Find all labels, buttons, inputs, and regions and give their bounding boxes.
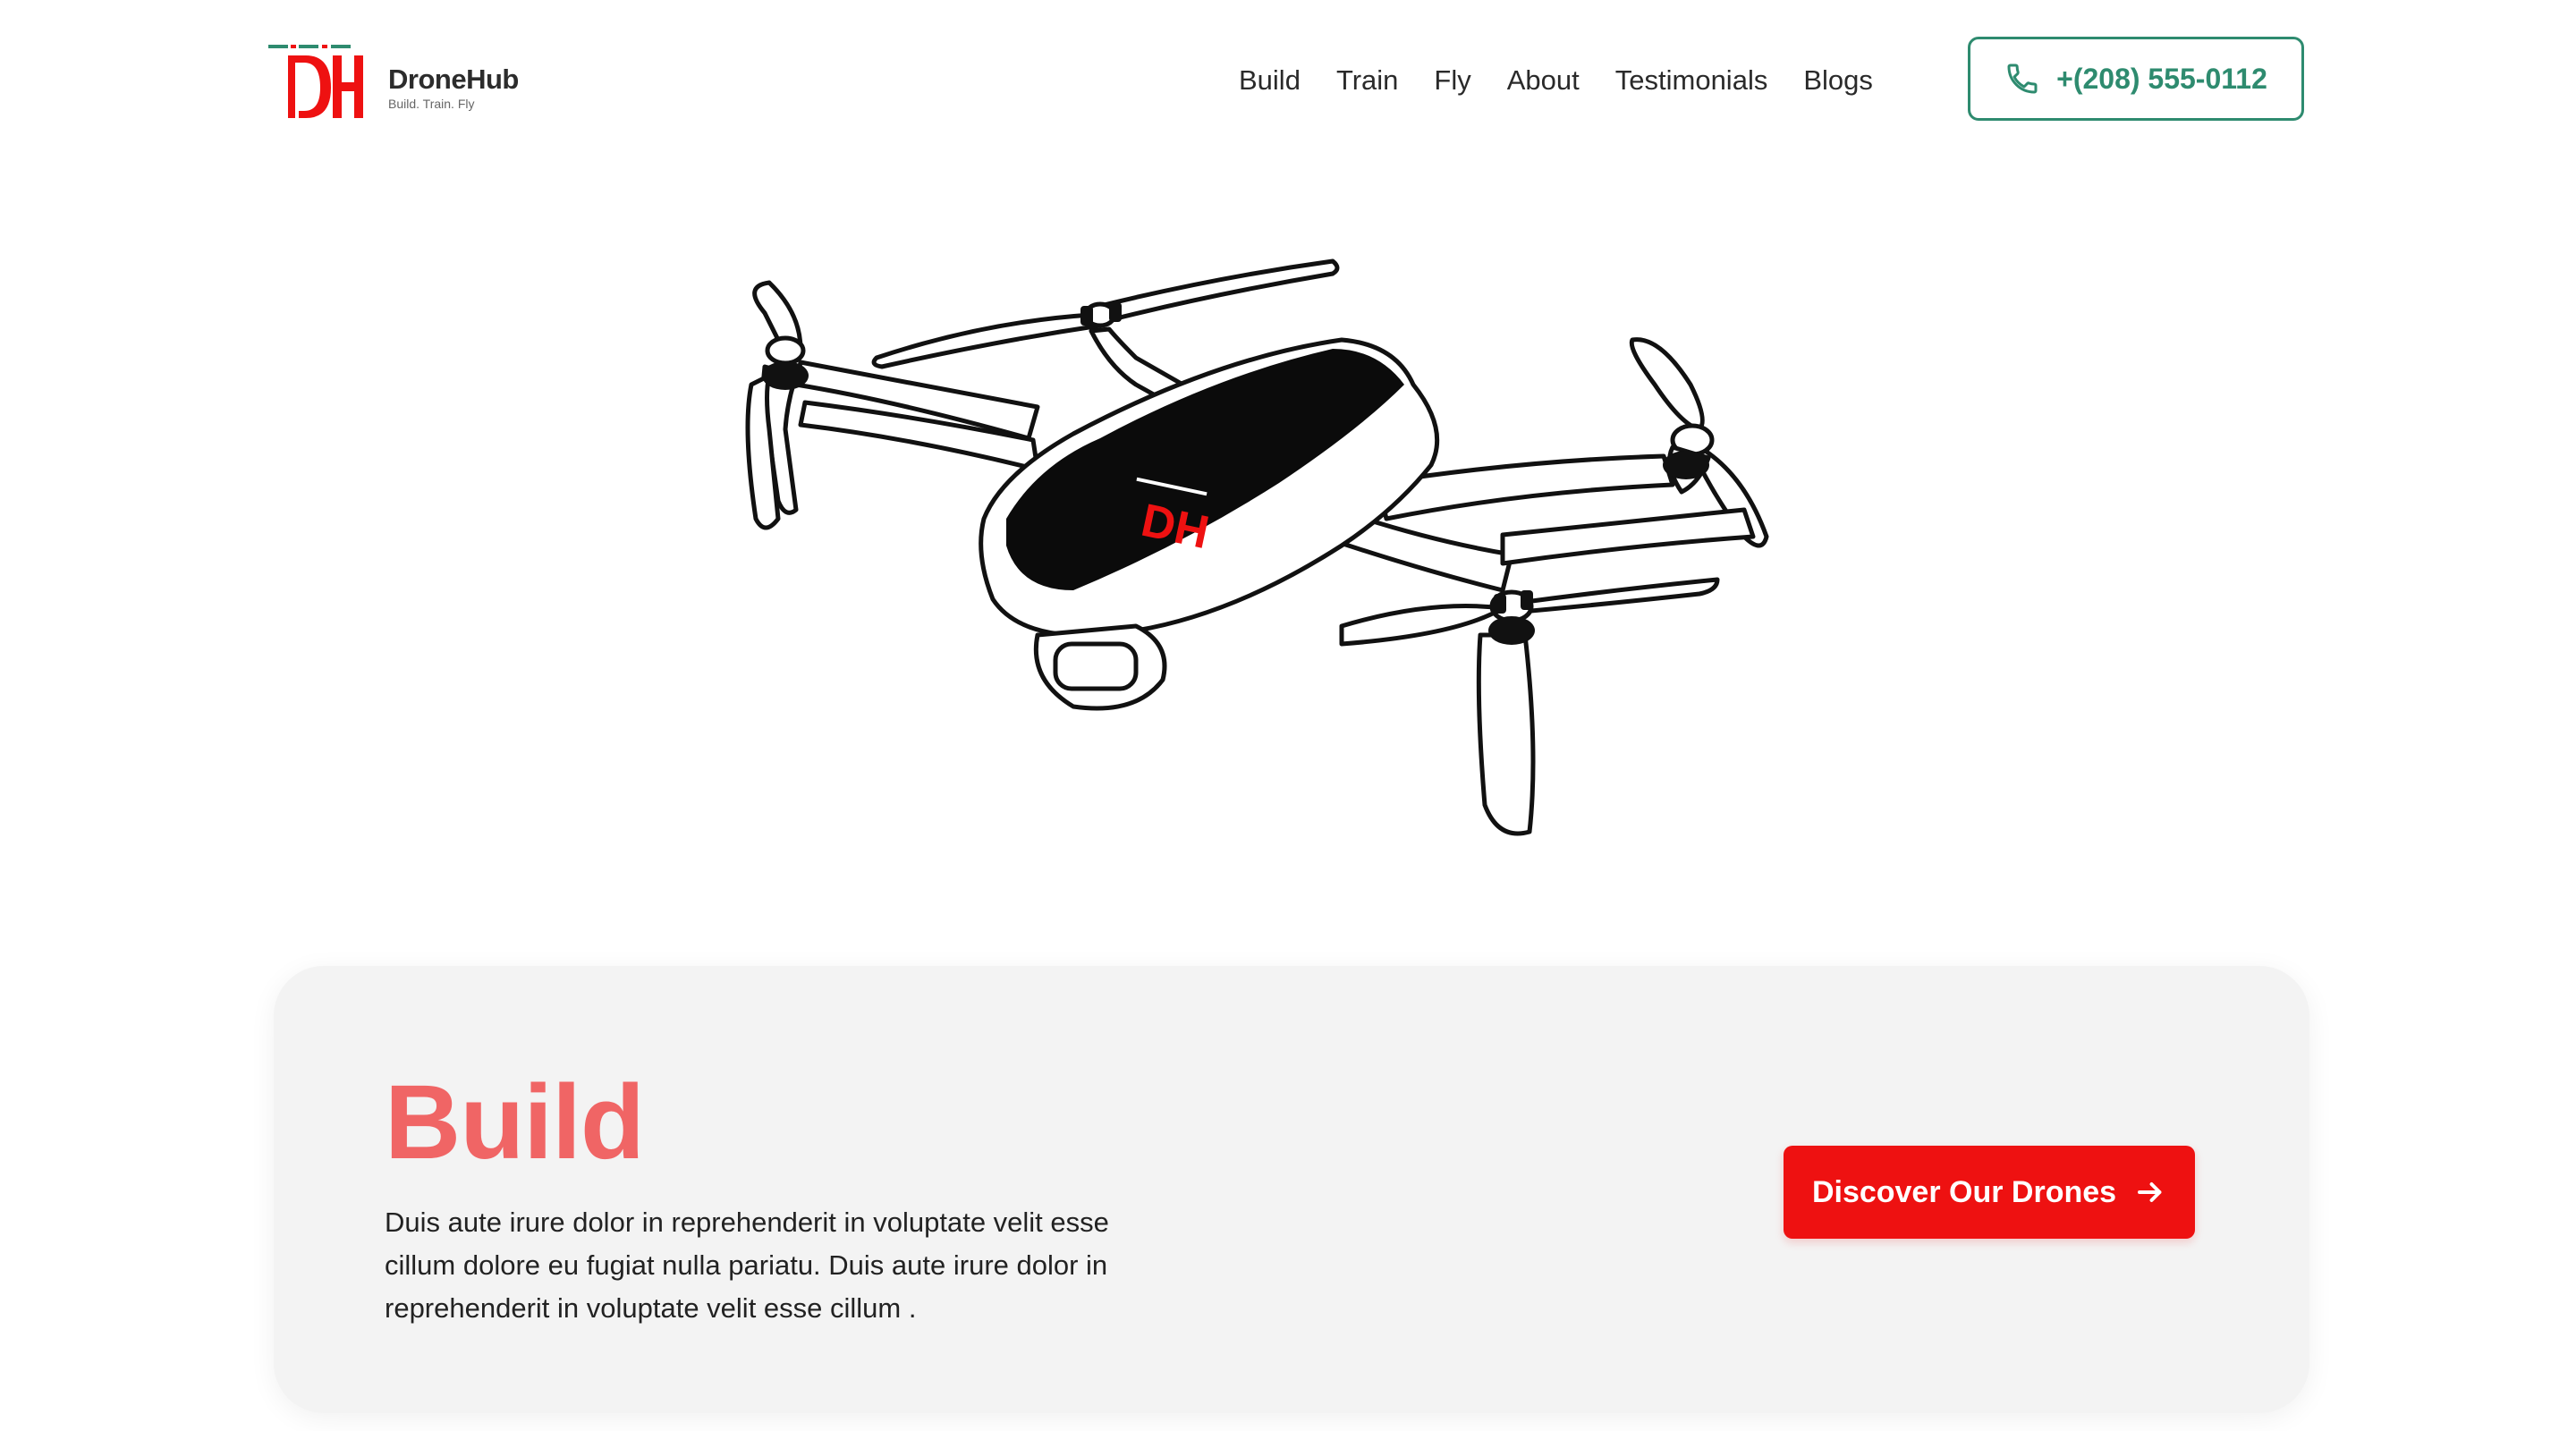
build-card: Build Duis aute irure dolor in reprehend… (274, 966, 2309, 1413)
cta-label: Discover Our Drones (1811, 1174, 2117, 1209)
nav-item-blogs[interactable]: Blogs (1803, 63, 1873, 98)
phone-icon (2007, 64, 2038, 94)
card-description: Duis aute irure dolor in reprehenderit i… (385, 1207, 1109, 1324)
phone-number: +(208) 555-0112 (2056, 62, 2267, 95)
landing-page: DroneHub Build. Train. Fly Build Train F… (0, 0, 2576, 1431)
discover-drones-button[interactable]: Discover Our Drones (1784, 1146, 2195, 1239)
phone-button[interactable]: +(208) 555-0112 (1968, 37, 2304, 121)
dronehub-logo-icon (268, 45, 363, 118)
brand-logo[interactable]: DroneHub Build. Train. Fly (268, 43, 537, 123)
drone-illustration: DH (745, 258, 1769, 836)
main-nav: Build Train Fly About Testimonials Blogs (1239, 36, 1873, 125)
nav-item-about[interactable]: About (1507, 63, 1580, 98)
card-title: Build (385, 1063, 645, 1181)
brand-tagline: Build. Train. Fly (388, 97, 475, 111)
nav-item-testimonials[interactable]: Testimonials (1615, 63, 1768, 98)
nav-item-train[interactable]: Train (1336, 63, 1398, 98)
nav-item-build[interactable]: Build (1239, 63, 1301, 98)
nav-item-fly[interactable]: Fly (1434, 63, 1470, 98)
brand-name: DroneHub (388, 64, 519, 95)
arrow-right-icon (2138, 1182, 2162, 1202)
site-header: DroneHub Build. Train. Fly Build Train F… (268, 36, 2308, 125)
logo-text: DroneHub Build. Train. Fly (388, 64, 519, 112)
